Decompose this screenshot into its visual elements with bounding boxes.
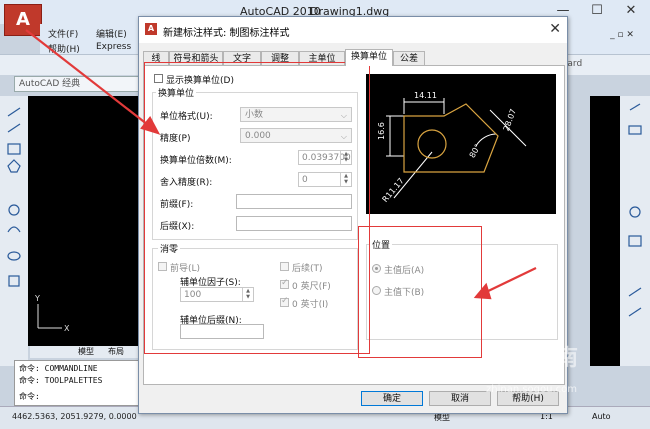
watermark: 搜狗指南: [490, 346, 579, 371]
tab-alternate-units[interactable]: 换算单位: [345, 49, 393, 66]
watermark-url: zhinan.sogou.com: [486, 384, 578, 395]
